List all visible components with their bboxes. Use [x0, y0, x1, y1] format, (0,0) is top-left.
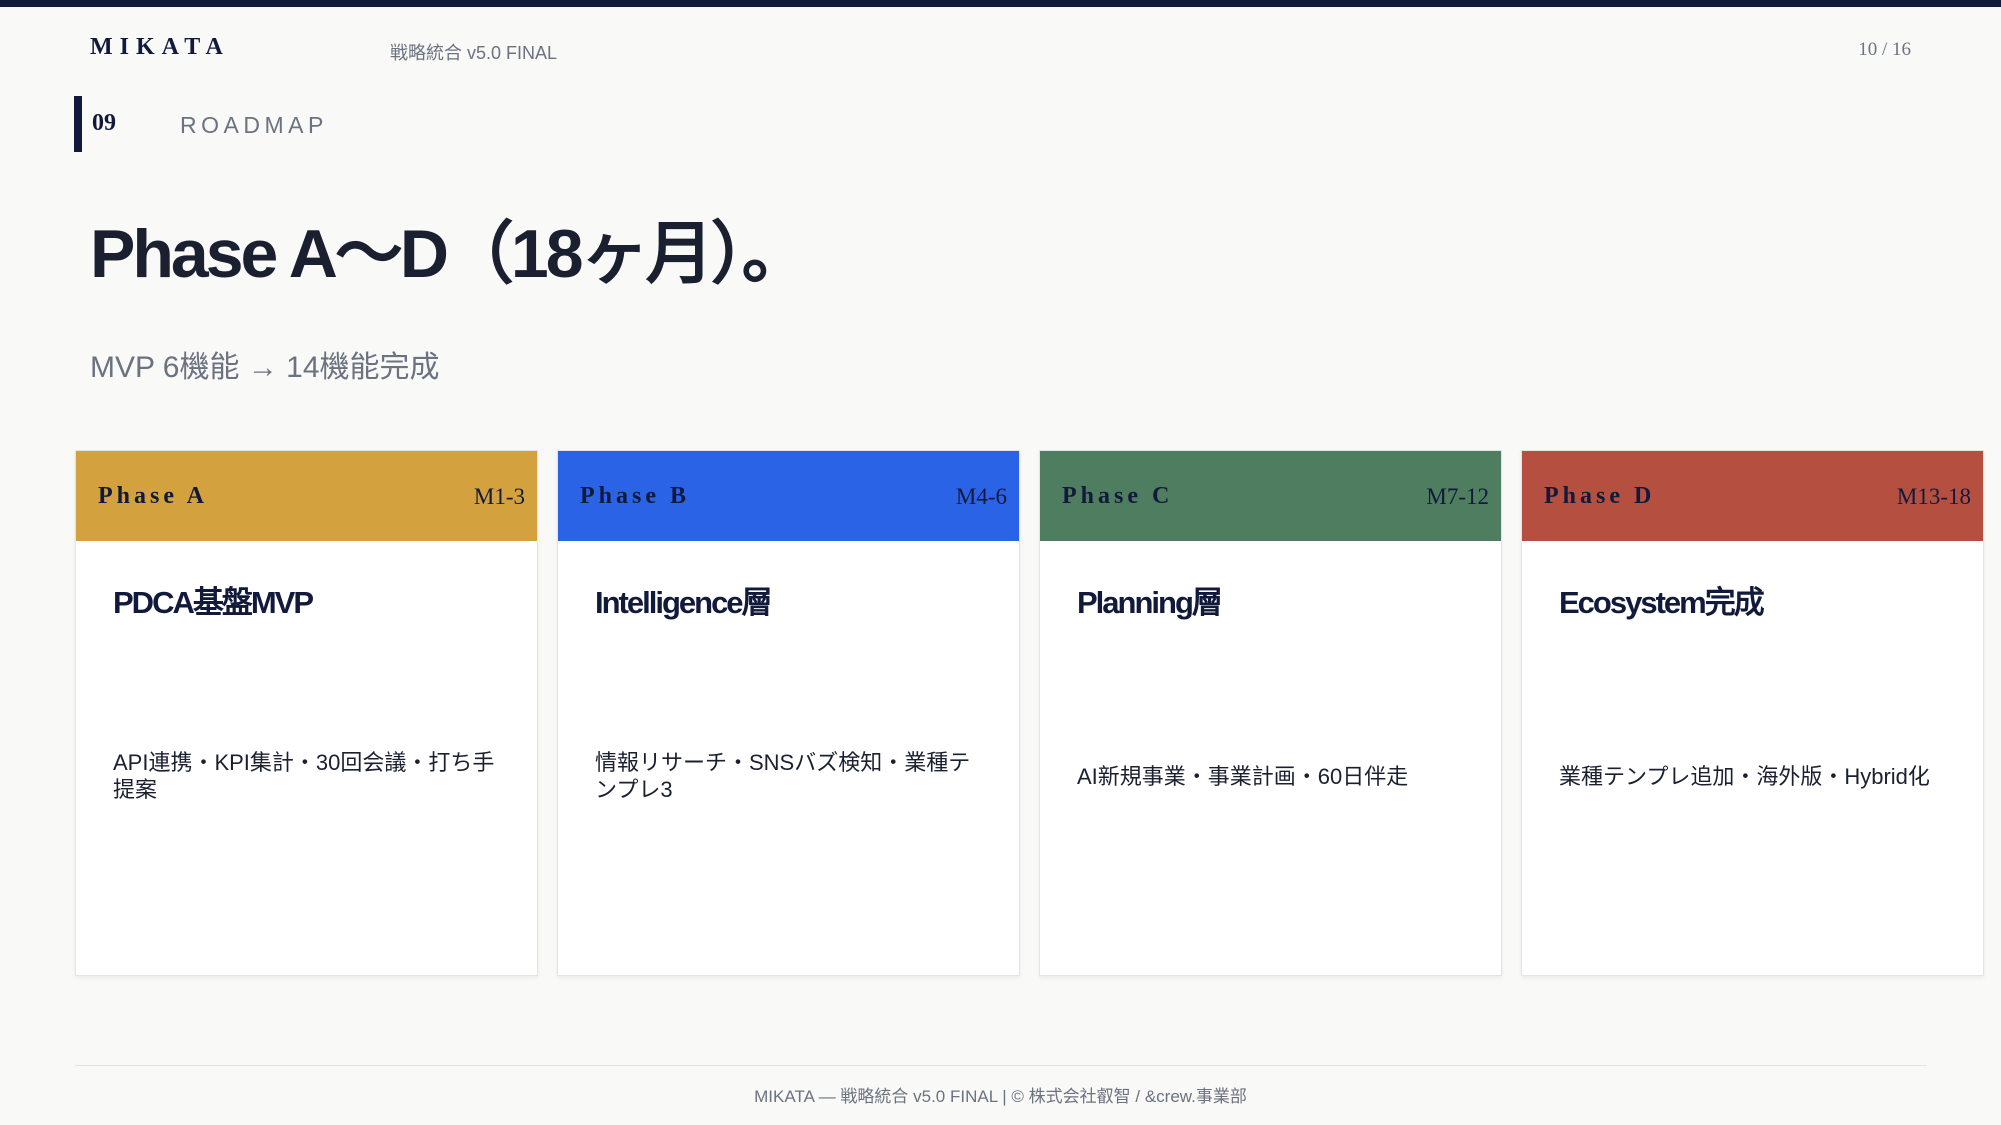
- phase-title: Planning層: [1077, 585, 1223, 620]
- phase-title: PDCA基盤MVP: [113, 585, 314, 620]
- phase-label: Phase A: [98, 483, 209, 509]
- brand-logo: MIKATA: [90, 34, 230, 60]
- phase-description-text: 業種テンプレ追加・海外版・Hybrid化: [1559, 763, 1930, 789]
- phase-months: M13-18: [1896, 484, 1971, 509]
- phase-description: 業種テンプレ追加・海外版・Hybrid化: [1559, 735, 1949, 817]
- phase-months: M4-6: [955, 484, 1007, 509]
- phase-description-text: AI新規事業・事業計画・60日伴走: [1077, 763, 1409, 789]
- footer-divider: [75, 1065, 1927, 1066]
- phase-card-b: Phase B M4-6 Intelligence層 情報リサーチ・SNSバズ検…: [557, 450, 1020, 976]
- phase-description: API連携・KPI集計・30回会議・打ち手提案: [113, 735, 503, 817]
- phase-card-c: Phase C M7-12 Planning層 AI新規事業・事業計画・60日伴…: [1039, 450, 1502, 976]
- phase-card-a: Phase A M1-3 PDCA基盤MVP API連携・KPI集計・30回会議…: [75, 450, 538, 976]
- phase-label: Phase D: [1544, 483, 1656, 509]
- section-marker-bar: [74, 96, 82, 152]
- section-number: 09: [92, 110, 116, 136]
- phase-title: Intelligence層: [595, 585, 773, 620]
- document-tag: 戦略統合 v5.0 FINAL: [390, 43, 558, 63]
- top-accent-bar: [0, 0, 2001, 7]
- phase-title: Ecosystem完成: [1559, 585, 1765, 620]
- section-title: ROADMAP: [180, 112, 328, 138]
- phase-card-header: Phase D M13-18: [1522, 451, 1983, 541]
- phase-card-header: Phase A M1-3: [76, 451, 537, 541]
- phase-label: Phase C: [1062, 483, 1174, 509]
- phase-card-header: Phase B M4-6: [558, 451, 1019, 541]
- page-indicator: 10 / 16: [1858, 39, 1911, 60]
- phase-card-d: Phase D M13-18 Ecosystem完成 業種テンプレ追加・海外版・…: [1521, 450, 1984, 976]
- phase-description: 情報リサーチ・SNSバズ検知・業種テンプレ3: [595, 735, 985, 817]
- phase-description-text: API連携・KPI集計・30回会議・打ち手提案: [113, 750, 495, 802]
- phase-months: M1-3: [473, 484, 525, 509]
- phase-description-text: 情報リサーチ・SNSバズ検知・業種テンプレ3: [595, 750, 971, 802]
- phase-cards: Phase A M1-3 PDCA基盤MVP API連携・KPI集計・30回会議…: [75, 450, 1984, 976]
- phase-card-header: Phase C M7-12: [1040, 451, 1501, 541]
- phase-description: AI新規事業・事業計画・60日伴走: [1077, 735, 1467, 817]
- phase-label: Phase B: [580, 483, 691, 509]
- footer-text: MIKATA — 戦略統合 v5.0 FINAL | © 株式会社叡智 / &c…: [754, 1087, 1247, 1106]
- phase-months: M7-12: [1426, 484, 1489, 509]
- slide-headline: Phase A〜D（18ヶ月）。: [90, 216, 810, 292]
- slide-subheadline: MVP 6機能 → 14機能完成: [90, 351, 440, 384]
